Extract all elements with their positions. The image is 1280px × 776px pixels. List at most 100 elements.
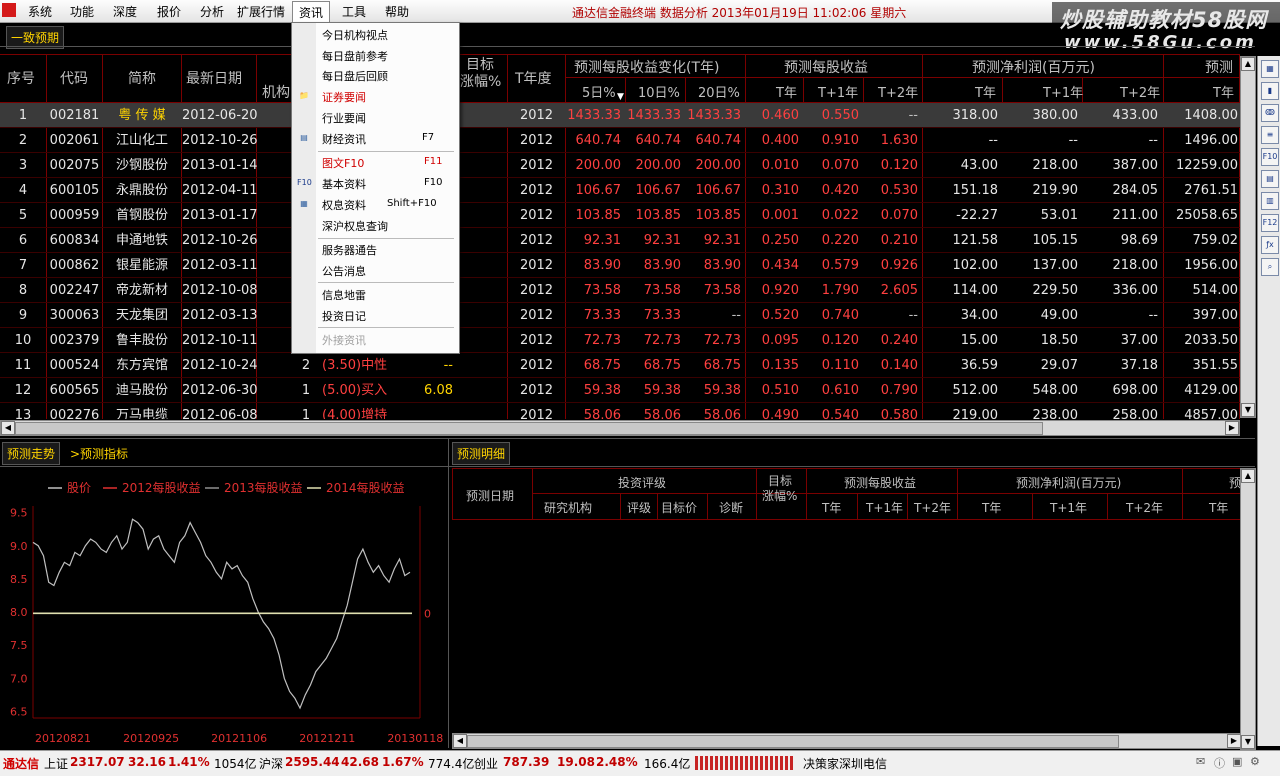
scroll-down-icon[interactable]: ▼ — [1241, 403, 1255, 417]
col-header-eps-t2[interactable]: T+2年 — [878, 82, 918, 101]
detail-col-np-t1[interactable]: T+1年 — [1050, 499, 1087, 516]
search-icon[interactable]: ⌕ — [1261, 258, 1279, 276]
col-header-code[interactable]: 代码 — [60, 68, 88, 88]
detail-col-rev-t[interactable]: T年 — [1209, 499, 1228, 516]
scroll-up-icon[interactable]: ▲ — [1241, 57, 1255, 71]
table-row[interactable]: 2 002061 江山化工 2012-10-26 2012 640.74 640.74 640… — [0, 128, 1240, 153]
detail-col-target-2[interactable]: 涨幅% — [762, 487, 797, 504]
table-row[interactable]: 8 002247 帝龙新材 2012-10-08 2012 73.58 73.58 73.58… — [0, 278, 1240, 303]
menu-extended-market[interactable]: 扩展行情 — [237, 3, 285, 20]
table-row[interactable]: 4 600105 永鼎股份 2012-04-11 2012 106.67 106.67 106… — [0, 178, 1240, 203]
menu-item-2[interactable]: 每日盘前参考 — [322, 48, 388, 64]
col-header-np-t1[interactable]: T+1年 — [1043, 82, 1083, 101]
col-header-eps-t[interactable]: T年 — [776, 82, 797, 101]
hscroll-thumb[interactable] — [15, 422, 1043, 435]
col-header-np-t[interactable]: T年 — [975, 82, 996, 101]
menu-quote[interactable]: 报价 — [157, 3, 181, 20]
detail-col-eps-t[interactable]: T年 — [822, 499, 841, 516]
menu-item-14[interactable]: 投资日记 — [322, 308, 366, 324]
table-row[interactable]: 12 600565 迪马股份 2012-06-30 1 (5.00)买入 6.08 2012 5… — [0, 378, 1240, 403]
table-row[interactable]: 6 600834 申通地铁 2012-10-26 2012 92.31 92.31 92.31… — [0, 228, 1240, 253]
table-row[interactable]: 5 000959 首钢股份 2013-01-17 2012 103.85 103.85 103… — [0, 203, 1240, 228]
chart-tool-icon[interactable]: ▦ — [1261, 60, 1279, 78]
f10-icon[interactable]: F10 — [1261, 148, 1279, 166]
col-header-d10[interactable]: 10日% — [638, 82, 680, 101]
detail-hscrollbar[interactable]: ◀ ▶ — [452, 733, 1242, 749]
menu-item-1[interactable]: 今日机构视点 — [322, 27, 388, 43]
col-header-name[interactable]: 简称 — [128, 68, 156, 88]
col-header-target-pct[interactable]: 涨幅% — [460, 71, 501, 91]
detail-col-rating[interactable]: 评级 — [627, 499, 651, 516]
menu-item-11[interactable]: 服务器通告 — [322, 242, 377, 258]
info-icon[interactable]: ⓘ — [1214, 755, 1225, 771]
table-row[interactable]: 7 000862 银星能源 2012-03-11 2012 83.90 83.90 83.90… — [0, 253, 1240, 278]
detail-vscrollbar[interactable]: ▲ ▼ — [1240, 468, 1256, 750]
menu-depth[interactable]: 深度 — [113, 3, 137, 20]
table-row[interactable]: 10 002379 鲁丰股份 2012-10-11 2012 72.73 72.73 72.7… — [0, 328, 1240, 353]
menu-item-7[interactable]: 图文F10 — [322, 155, 364, 171]
col-header-latest-date[interactable]: 最新日期 — [186, 68, 242, 88]
menu-item-10[interactable]: 深沪权息查询 — [322, 218, 388, 234]
menu-function[interactable]: 功能 — [70, 3, 94, 20]
menu-analysis[interactable]: 分析 — [200, 3, 224, 20]
table-row[interactable]: 1 002181 粤 传 媒 2012-06-20 2012 1433.33 1433.33… — [0, 103, 1240, 128]
detail-col-eps-t1[interactable]: T+1年 — [866, 499, 903, 516]
menu-tools[interactable]: 工具 — [342, 3, 366, 20]
table-vscrollbar[interactable]: ▲ ▼ — [1240, 56, 1256, 418]
col-header-d20[interactable]: 20日% — [698, 82, 740, 101]
scroll-left-icon[interactable]: ◀ — [1, 421, 15, 435]
tab-forecast-detail[interactable]: 预测明细 — [452, 442, 511, 465]
detail-col-eps-t2[interactable]: T+2年 — [914, 499, 951, 516]
tab-forecast-trend[interactable]: 预测走势 — [2, 442, 61, 465]
menu-item-3[interactable]: 每日盘后回顾 — [322, 68, 388, 84]
detail-col-target-price[interactable]: 目标价 — [661, 499, 697, 516]
menu-item-13[interactable]: 信息地雷 — [322, 287, 366, 303]
menu-system[interactable]: 系统 — [28, 3, 52, 20]
detail-hscroll-thumb[interactable] — [467, 735, 1119, 748]
formula-icon[interactable]: ƒx — [1261, 236, 1279, 254]
app-logo-icon[interactable] — [2, 3, 16, 17]
indicator-icon[interactable]: ↂ — [1261, 104, 1279, 122]
detail-col-np-t2[interactable]: T+2年 — [1126, 499, 1163, 516]
detail-scroll-left-icon[interactable]: ◀ — [453, 734, 467, 748]
col-header-d5[interactable]: 5日% — [582, 82, 616, 101]
table-row[interactable]: 11 000524 东方宾馆 2012-10-24 2 (3.50)中性 -- 2012 68.… — [0, 353, 1240, 378]
detail-col-date[interactable]: 预测日期 — [466, 487, 514, 504]
table-row[interactable]: 3 002075 沙钢股份 2013-01-14 2012 200.00 200.00 200… — [0, 153, 1240, 178]
menu-info[interactable]: 资讯 — [292, 1, 331, 24]
table-row[interactable]: 13 002276 万马电缆 2012-06-08 1 (4.00)增持 2012 58.06… — [0, 403, 1240, 419]
scroll-right-icon[interactable]: ▶ — [1225, 421, 1239, 435]
message-icon[interactable]: ▣ — [1232, 755, 1242, 768]
detail-col-np-t[interactable]: T年 — [982, 499, 1001, 516]
table-row[interactable]: 9 300063 天龙集团 2012-03-13 2012 73.33 73.33 -- 0.5… — [0, 303, 1240, 328]
col-header-eps-t1[interactable]: T+1年 — [818, 82, 858, 101]
menu-item-6[interactable]: 财经资讯 — [322, 131, 366, 147]
bar-chart-icon[interactable]: ▮ — [1261, 82, 1279, 100]
menu-help[interactable]: 帮助 — [385, 3, 409, 20]
col-header-rev-t[interactable]: T年 — [1213, 82, 1234, 101]
list-icon[interactable]: ≡ — [1261, 126, 1279, 144]
detail-col-inst[interactable]: 研究机构 — [544, 499, 592, 516]
menu-item-5[interactable]: 行业要闻 — [322, 110, 366, 126]
col-header-np-t2[interactable]: T+2年 — [1120, 82, 1160, 101]
menu-item-9[interactable]: 权息资料 — [322, 197, 366, 213]
hs-value[interactable]: 2595.44 — [285, 755, 340, 769]
detail-scroll-right-icon[interactable]: ▶ — [1227, 734, 1241, 748]
menu-item-4[interactable]: 证券要闻 — [322, 89, 366, 105]
detail-col-diag[interactable]: 诊断 — [719, 499, 743, 516]
menu-item-12[interactable]: 公告消息 — [322, 263, 366, 279]
col-header-seq[interactable]: 序号 — [7, 68, 35, 88]
detail-scroll-up-icon[interactable]: ▲ — [1241, 469, 1255, 483]
mail-icon[interactable]: ✉ — [1196, 755, 1205, 768]
menu-item-8[interactable]: 基本资料 — [322, 176, 366, 192]
sh-value[interactable]: 2317.07 — [70, 755, 125, 769]
table-hscrollbar[interactable]: ◀ ▶ — [0, 420, 1240, 436]
detail-scroll-down-icon[interactable]: ▼ — [1241, 735, 1255, 749]
settings-icon[interactable]: ⚙ — [1250, 755, 1260, 768]
f12-icon[interactable]: F12 — [1261, 214, 1279, 232]
col-header-t-year[interactable]: T年度 — [515, 68, 552, 88]
col-header-institution[interactable]: 机构 — [262, 82, 290, 102]
tab-forecast-indicator[interactable]: >预测指标 — [70, 445, 128, 462]
menu-item-15[interactable]: 外接资讯 — [322, 332, 366, 348]
notes-icon[interactable]: ▥ — [1261, 192, 1279, 210]
